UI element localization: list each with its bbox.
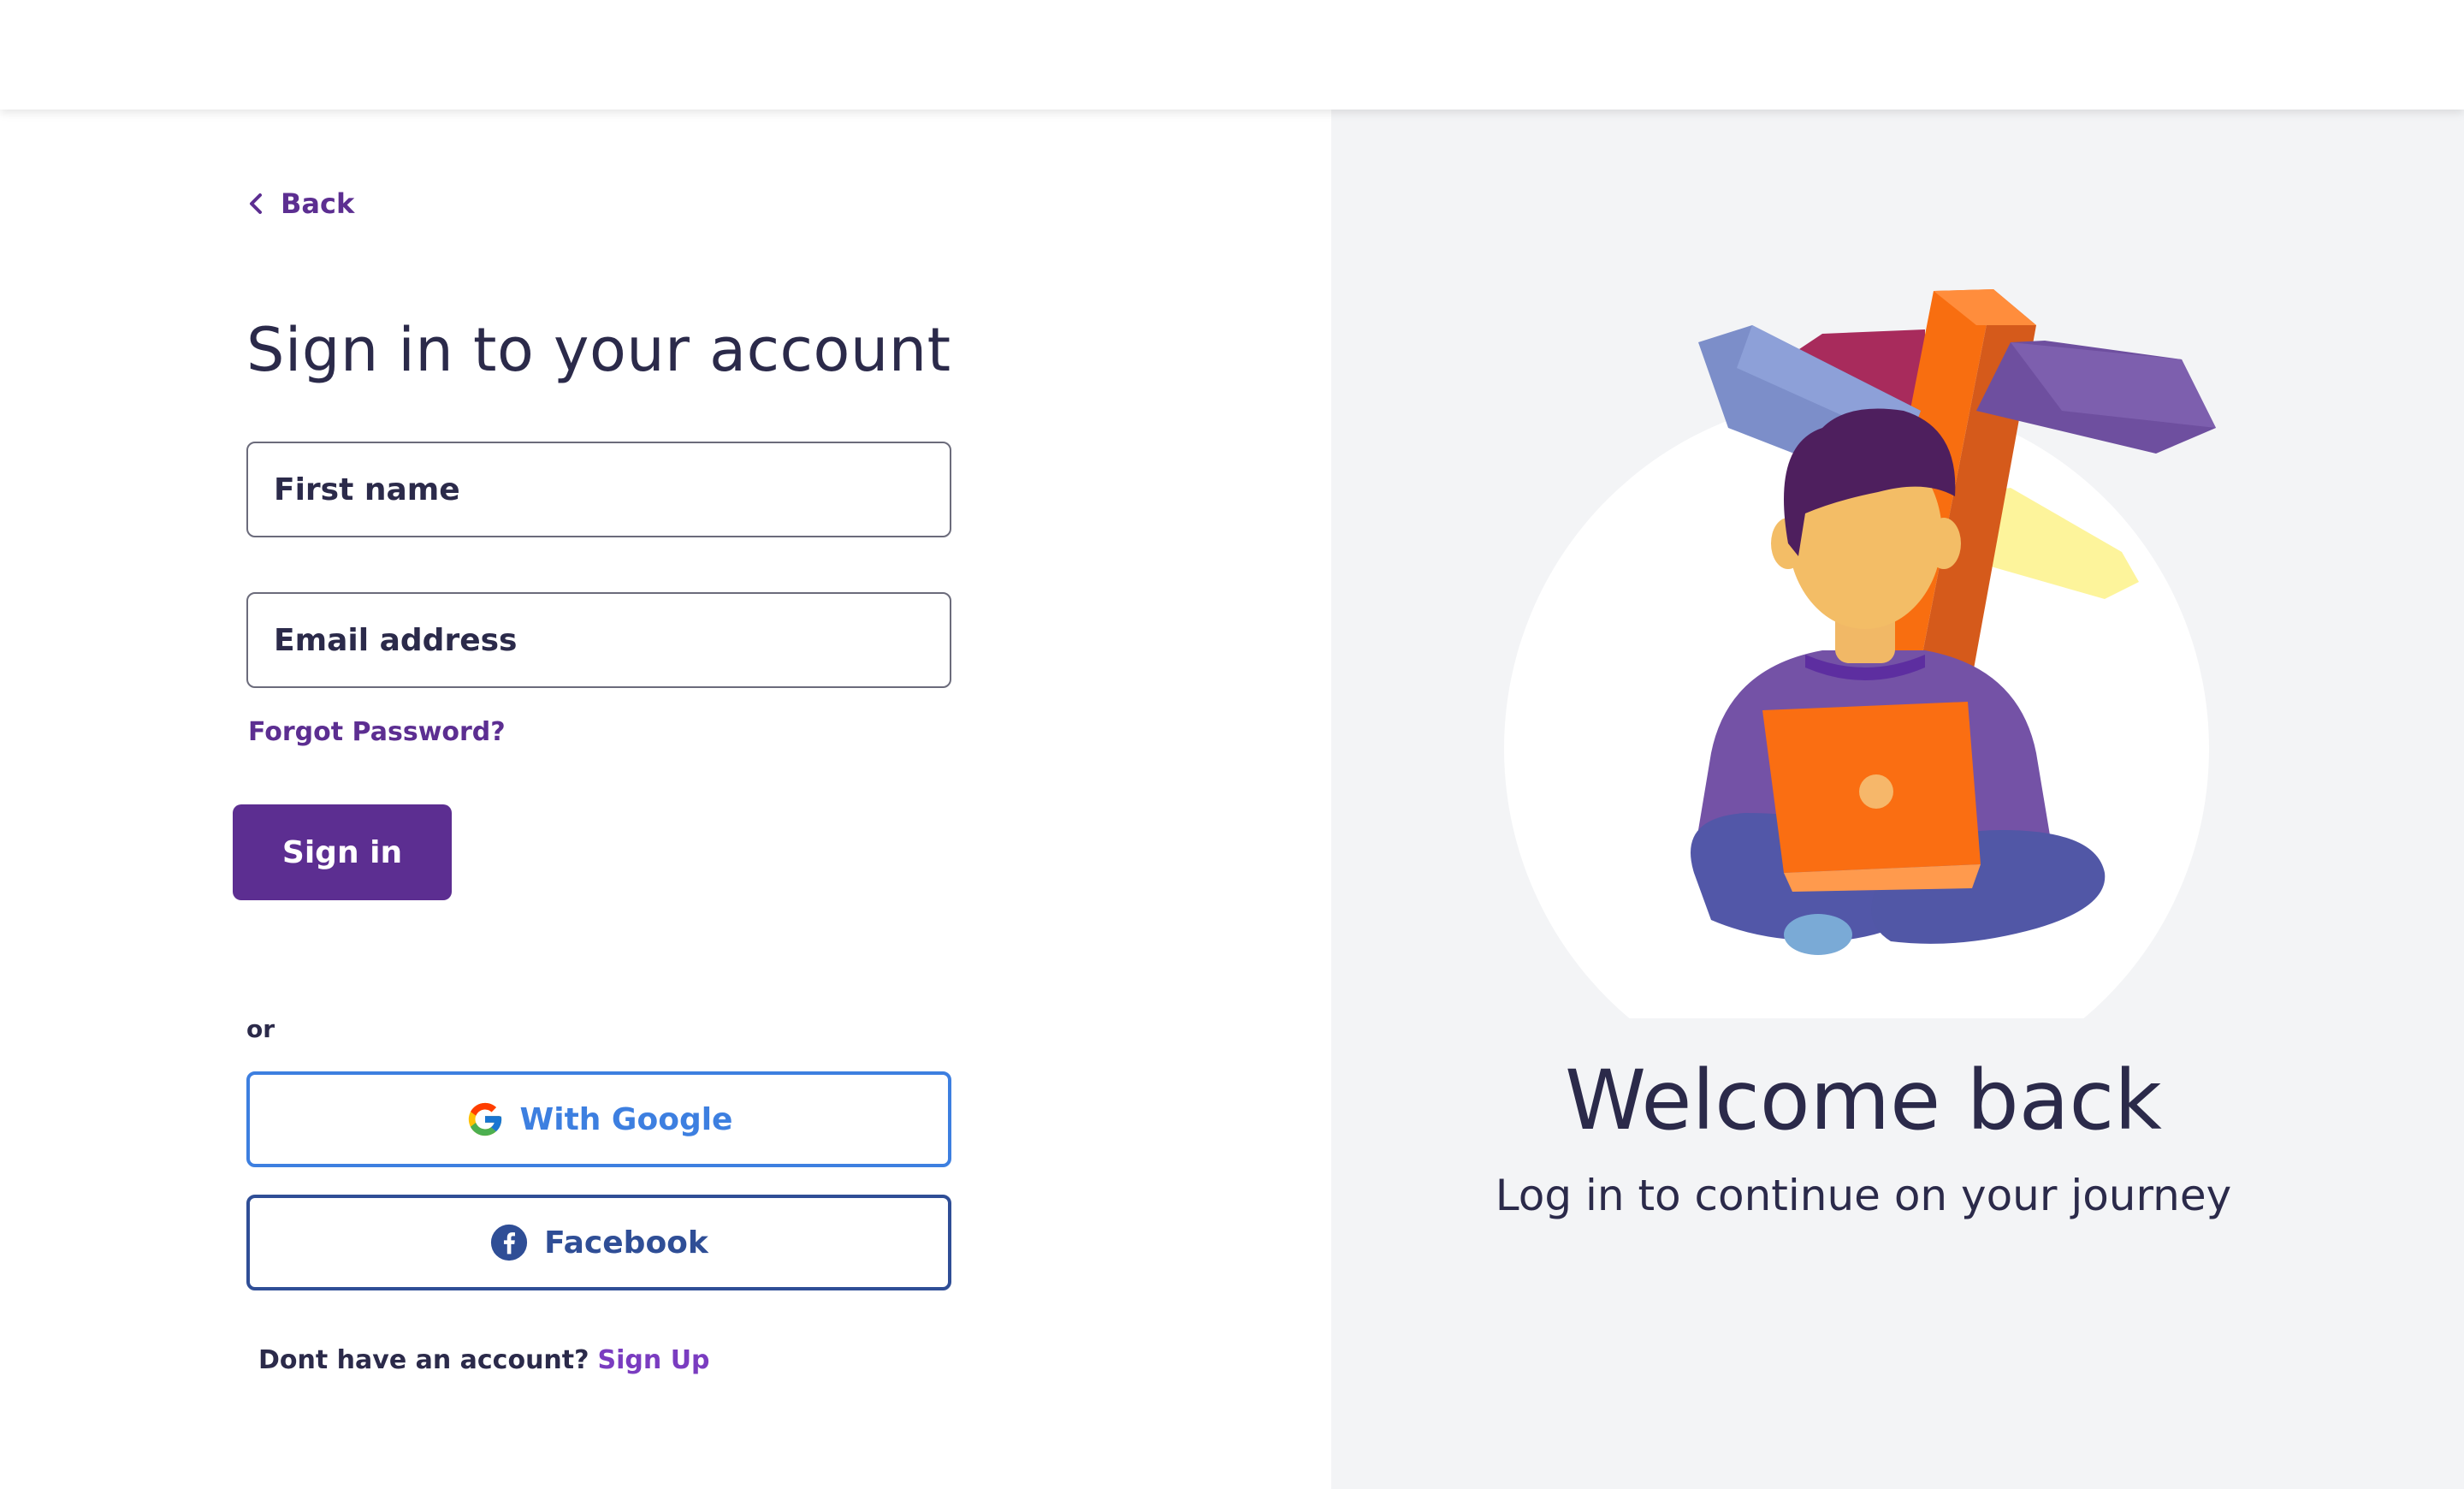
- signup-prompt: Dont have an account? Sign Up: [258, 1345, 710, 1375]
- laptop-logo: [1859, 774, 1893, 809]
- forgot-password-link[interactable]: Forgot Password?: [248, 717, 506, 747]
- facebook-signin-button[interactable]: Facebook: [246, 1195, 951, 1290]
- google-icon: [468, 1102, 501, 1136]
- first-name-input[interactable]: [274, 443, 950, 536]
- back-link[interactable]: Back: [246, 181, 354, 226]
- first-name-field-wrapper: [246, 442, 951, 537]
- google-button-label: With Google: [519, 1101, 733, 1137]
- signin-panel: Back Sign in to your account Forgot Pass…: [0, 110, 1331, 1489]
- sign-in-button[interactable]: Sign in: [233, 804, 452, 900]
- signpost-person-illustration: [1504, 289, 2216, 1018]
- person-foot: [1784, 914, 1852, 955]
- welcome-subtitle: Log in to continue on your journey: [1495, 1171, 2232, 1220]
- top-header-bar: [0, 0, 2464, 110]
- signup-prompt-text: Dont have an account?: [258, 1345, 589, 1375]
- chevron-left-icon: [250, 193, 262, 214]
- google-signin-button[interactable]: With Google: [246, 1071, 951, 1167]
- or-divider-label: or: [246, 1015, 275, 1043]
- welcome-heading: Welcome back: [1565, 1053, 2162, 1148]
- email-field-wrapper: [246, 592, 951, 688]
- facebook-icon: [491, 1224, 528, 1261]
- back-label: Back: [281, 187, 355, 220]
- signup-link[interactable]: Sign Up: [598, 1345, 710, 1375]
- email-input[interactable]: [274, 594, 950, 686]
- page-title: Sign in to your account: [246, 315, 951, 385]
- facebook-button-label: Facebook: [544, 1225, 708, 1261]
